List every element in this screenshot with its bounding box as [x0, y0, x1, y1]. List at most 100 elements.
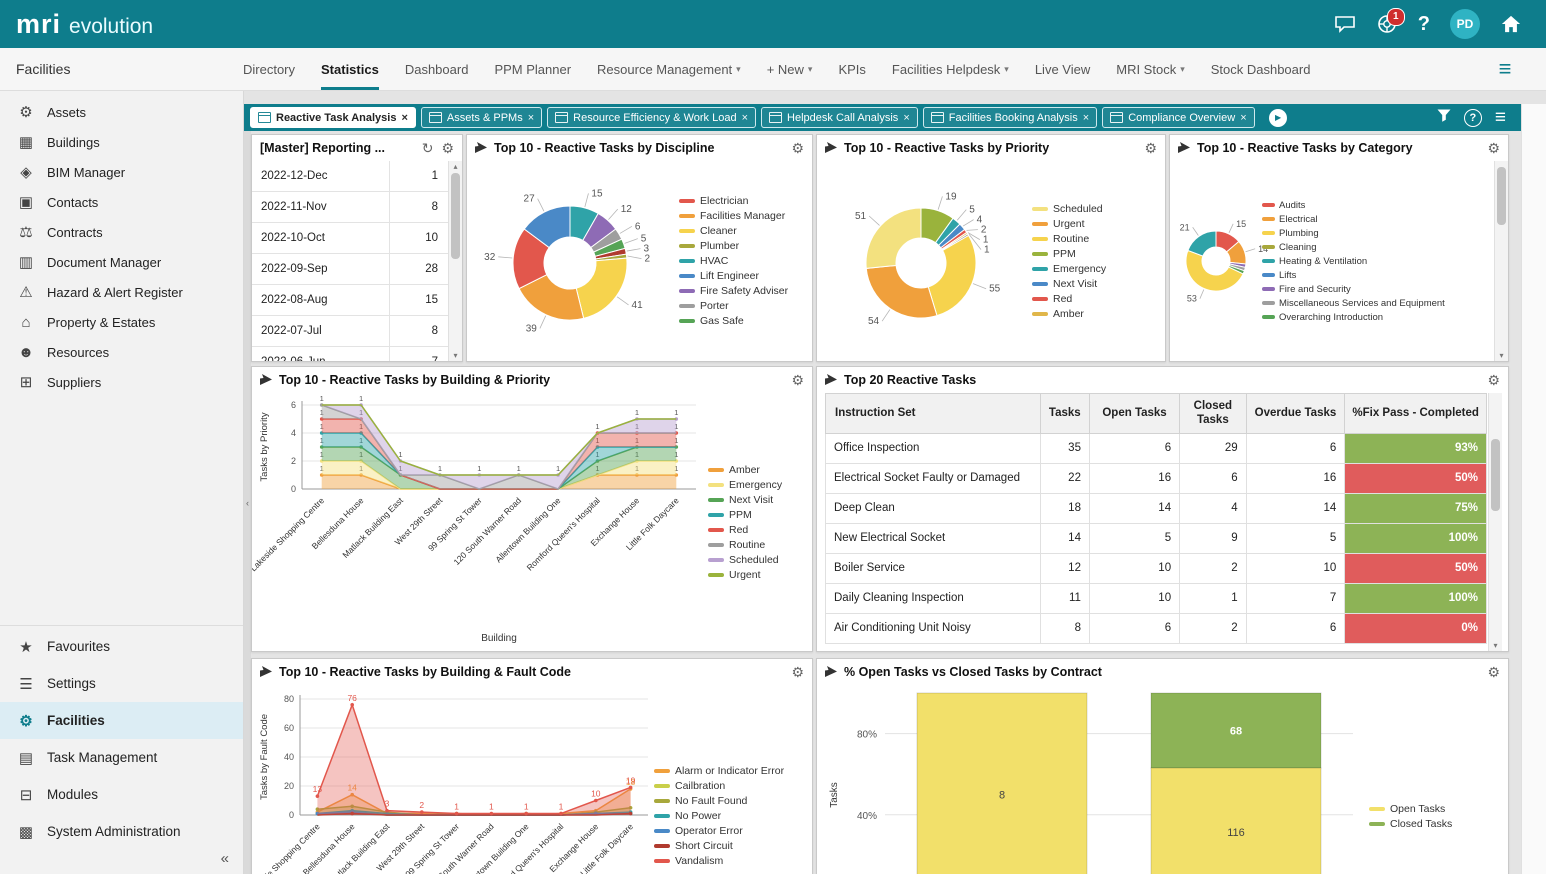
- sidebar-item-label: BIM Manager: [47, 164, 126, 180]
- dashboard-tab-resource-efficiency-work-load[interactable]: Resource Efficiency & Work Load ×: [547, 107, 757, 128]
- dashboard-tab-facilities-booking-analysis[interactable]: Facilities Booking Analysis ×: [922, 107, 1098, 128]
- sidebar-item-document-manager[interactable]: ▥ Document Manager: [0, 247, 243, 277]
- legend-swatch: [1262, 203, 1275, 207]
- sidebar-item-label: Facilities: [47, 713, 105, 728]
- scrollbar[interactable]: ▾: [1494, 161, 1508, 361]
- dashboard-tab-reactive-task-analysis[interactable]: Reactive Task Analysis ×: [250, 107, 416, 128]
- nav-item-resource-management[interactable]: Resource Management ▾: [597, 48, 741, 90]
- filter-icon[interactable]: [1437, 109, 1451, 127]
- gear-icon[interactable]: ⚙: [1487, 140, 1500, 157]
- sidebar-item-property-estates[interactable]: ⌂ Property & Estates: [0, 307, 243, 337]
- gear-icon[interactable]: ⚙: [1144, 140, 1157, 157]
- dashboard-tab-compliance-overview[interactable]: Compliance Overview ×: [1102, 107, 1255, 128]
- home-icon[interactable]: [1500, 14, 1522, 34]
- sidebar-item-contacts[interactable]: ▣ Contacts: [0, 187, 243, 217]
- nav-item-label: Facilities Helpdesk: [891, 61, 1001, 77]
- sidebar-collapse-icon[interactable]: «: [0, 850, 243, 874]
- scroll-down-icon[interactable]: ▾: [449, 351, 462, 360]
- sidebar-item-facilities[interactable]: ⚙ Facilities: [0, 702, 243, 739]
- sidebar-item-system-administration[interactable]: ▩ System Administration: [0, 813, 243, 850]
- strip-help-icon[interactable]: ?: [1463, 108, 1482, 127]
- nav-item-stock-dashboard[interactable]: Stock Dashboard: [1211, 48, 1311, 90]
- sidebar-item-bim-manager[interactable]: ◈ BIM Manager: [0, 157, 243, 187]
- play-icon[interactable]: ▶: [1268, 108, 1287, 127]
- fault-code-legend: Alarm or Indicator Error Cailbration No Fa…: [654, 685, 788, 874]
- nav-item-facilities-helpdesk[interactable]: Facilities Helpdesk ▾: [892, 48, 1009, 90]
- svg-text:51: 51: [855, 211, 867, 222]
- gear-icon[interactable]: ⚙: [791, 372, 804, 389]
- scroll-thumb[interactable]: [1497, 167, 1506, 225]
- open-chart-icon[interactable]: [825, 666, 838, 678]
- open-chart-icon[interactable]: [475, 142, 488, 154]
- scrollbar[interactable]: ▴ ▾: [448, 161, 462, 361]
- chart-area: 0 2 4 6 1 1 1 1 1 1 1 1 1 1 1 1 1 1 1 1 1 1 1 1 1 1 1 1 1 1 1 1 1 1 1 1 Lake…: [252, 393, 810, 651]
- scroll-down-icon[interactable]: ▾: [1489, 641, 1502, 650]
- sidebar-item-buildings[interactable]: ▦ Buildings: [0, 127, 243, 157]
- gear-icon[interactable]: ⚙: [1487, 664, 1500, 681]
- gear-icon[interactable]: ⚙: [441, 140, 454, 157]
- nav-item-new[interactable]: + New ▾: [767, 48, 813, 90]
- fault-code-chart: 020406080141813763 2 1 1 1 11019Lakeside Shop…: [252, 693, 648, 874]
- scrollbar[interactable]: ▾: [1488, 393, 1502, 651]
- legend-swatch: [708, 542, 724, 547]
- scroll-thumb[interactable]: [451, 173, 460, 259]
- sidebar-item-contracts[interactable]: ⚖ Contracts: [0, 217, 243, 247]
- sidebar-item-suppliers[interactable]: ⊞ Suppliers: [0, 367, 243, 397]
- nav-item-dashboard[interactable]: Dashboard: [405, 48, 469, 90]
- sidebar-item-assets[interactable]: ⚙ Assets: [0, 97, 243, 127]
- legend-label: Routine: [1053, 232, 1090, 245]
- nav-item-mri-stock[interactable]: MRI Stock ▾: [1116, 48, 1185, 90]
- gear-icon[interactable]: ⚙: [791, 664, 804, 681]
- nav-item-directory[interactable]: Directory: [243, 48, 295, 90]
- close-icon[interactable]: ×: [1083, 112, 1089, 124]
- legend-label: Red: [729, 523, 749, 536]
- scroll-thumb[interactable]: [1491, 439, 1500, 511]
- sidebar-item-settings[interactable]: ☰ Settings: [0, 665, 243, 702]
- nav-menu-icon[interactable]: ≡: [1482, 56, 1528, 82]
- dashboard-tab-assets-ppms[interactable]: Assets & PPMs ×: [420, 107, 543, 128]
- gear-icon[interactable]: ⚙: [791, 140, 804, 157]
- nav-item-statistics[interactable]: Statistics: [321, 48, 379, 90]
- open-chart-icon[interactable]: [825, 142, 838, 154]
- close-icon[interactable]: ×: [742, 112, 748, 124]
- panel-splitter[interactable]: ‹: [244, 131, 251, 874]
- open-chart-icon[interactable]: [1178, 142, 1191, 154]
- sidebar-item-task-management[interactable]: ▤ Task Management: [0, 739, 243, 776]
- scroll-down-icon[interactable]: ▾: [1495, 351, 1508, 360]
- nav-item-ppm-planner[interactable]: PPM Planner: [494, 48, 571, 90]
- table-row: 2022-11-Nov 8: [252, 191, 448, 223]
- close-icon[interactable]: ×: [401, 112, 407, 124]
- avatar[interactable]: PD: [1450, 9, 1480, 39]
- close-icon[interactable]: ×: [1240, 112, 1246, 124]
- svg-text:Romford Queen's Hospital: Romford Queen's Hospital: [525, 495, 602, 572]
- legend-swatch: [1369, 821, 1385, 826]
- strip-menu-icon[interactable]: ≡: [1495, 107, 1506, 129]
- value-cell: 9: [1179, 522, 1247, 554]
- dashboard-tab-helpdesk-call-analysis[interactable]: Helpdesk Call Analysis ×: [761, 107, 918, 128]
- scroll-up-icon[interactable]: ▴: [449, 162, 462, 171]
- refresh-icon[interactable]: ↻: [422, 140, 434, 157]
- open-chart-icon[interactable]: [260, 374, 273, 386]
- value-cell: 8: [389, 191, 448, 223]
- chat-icon[interactable]: [1334, 14, 1356, 34]
- open-chart-icon[interactable]: [260, 666, 273, 678]
- sidebar-item-resources[interactable]: ☻ Resources: [0, 337, 243, 367]
- value-cell: 10: [389, 222, 448, 254]
- legend-swatch: [1032, 251, 1048, 256]
- gear-icon[interactable]: ⚙: [1487, 372, 1500, 389]
- help-ring-icon[interactable]: 1: [1376, 8, 1405, 35]
- sidebar-item-modules[interactable]: ⊟ Modules: [0, 776, 243, 813]
- sidebar-item-label: Modules: [47, 787, 99, 802]
- close-icon[interactable]: ×: [903, 112, 909, 124]
- sidebar-item-favourites[interactable]: ★ Favourites: [0, 628, 243, 665]
- value-cell: 7: [1245, 582, 1346, 614]
- nav-item-kpis[interactable]: KPIs: [838, 48, 865, 90]
- fix-pass-cell: 100%: [1344, 582, 1487, 614]
- close-icon[interactable]: ×: [528, 112, 534, 124]
- help-icon[interactable]: ?: [1418, 13, 1430, 36]
- app-root: mri evolution 1 ? PD Facilities Director…: [0, 0, 1546, 874]
- open-chart-icon[interactable]: [825, 374, 838, 386]
- nav-item-live-view[interactable]: Live View: [1035, 48, 1090, 90]
- chevron-down-icon: ▾: [807, 63, 813, 74]
- sidebar-item-hazard-alert-register[interactable]: ⚠ Hazard & Alert Register: [0, 277, 243, 307]
